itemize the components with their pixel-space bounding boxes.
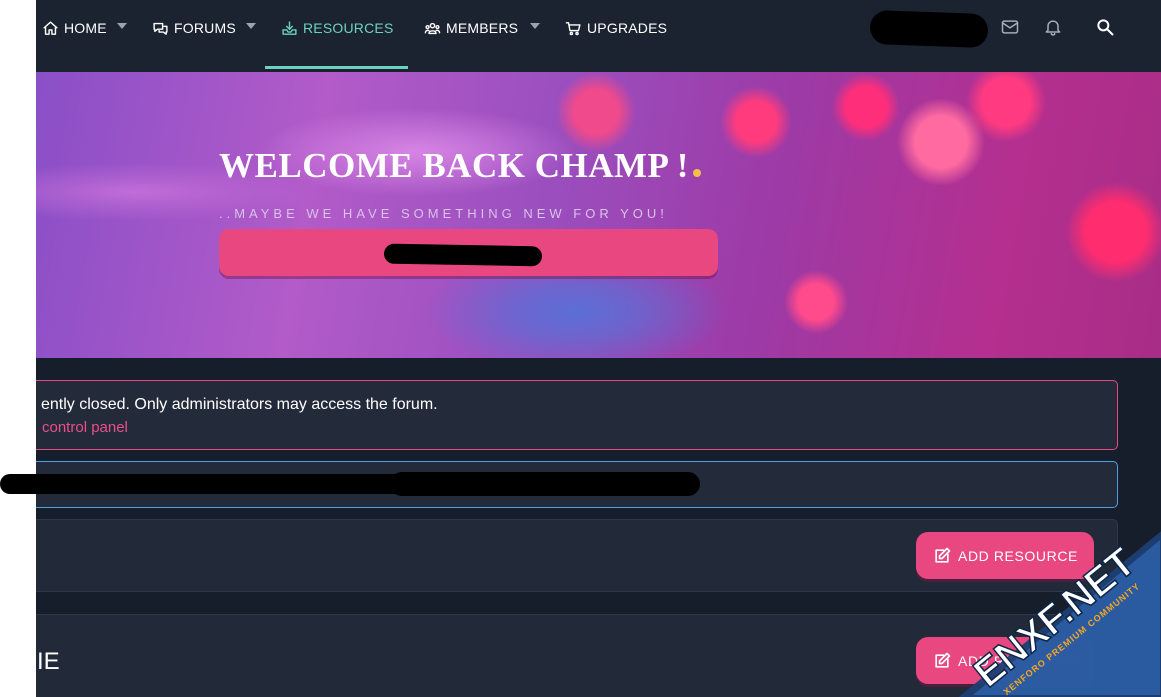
redacted-username xyxy=(869,9,989,49)
edit-icon xyxy=(935,547,951,563)
hero-title-text: WELCOME BACK CHAMP ! xyxy=(219,146,689,185)
add-resource-button[interactable]: ADD RESOURCE xyxy=(916,532,1094,579)
nav-resources-label: RESOURCES xyxy=(303,20,394,36)
notice-text: ently closed. Only administrators may ac… xyxy=(41,396,438,413)
hero-title: WELCOME BACK CHAMP ! xyxy=(219,146,701,186)
block-title: IE xyxy=(37,648,60,675)
chevron-down-icon[interactable] xyxy=(117,23,127,29)
bell-icon[interactable] xyxy=(1043,17,1063,37)
left-page-margin xyxy=(0,0,36,697)
envelope-icon[interactable] xyxy=(1000,17,1020,37)
users-icon xyxy=(424,22,441,34)
redacted-button-label xyxy=(383,243,543,267)
forum-closed-notice: ently closed. Only administrators may ac… xyxy=(0,380,1118,450)
active-tab-indicator xyxy=(265,66,408,69)
nav-members-label: MEMBERS xyxy=(446,20,519,36)
hero-subtitle: ..MAYBE WE HAVE SOMETHING NEW FOR YOU! xyxy=(219,206,668,221)
nav-forums[interactable]: FORUMS xyxy=(152,0,236,56)
chevron-down-icon[interactable] xyxy=(246,23,256,29)
nav-members[interactable]: MEMBERS xyxy=(424,0,518,56)
add-resource-label: ADD RESOURCE xyxy=(958,652,1078,669)
nav-home-label: HOME xyxy=(64,20,107,36)
accent-dot xyxy=(692,169,701,177)
home-icon xyxy=(43,20,58,35)
nav-upgrades-label: UPGRADES xyxy=(587,20,668,36)
nav-forums-label: FORUMS xyxy=(174,20,236,36)
welcome-hero-banner: WELCOME BACK CHAMP ! ..MAYBE WE HAVE SOM… xyxy=(36,72,1161,358)
cart-icon xyxy=(565,21,581,35)
add-resource-button[interactable]: ADD RESOURCE xyxy=(916,637,1094,684)
nav-home[interactable]: HOME xyxy=(42,0,107,56)
edit-icon xyxy=(935,652,951,668)
comments-icon xyxy=(153,22,168,35)
top-navbar: HOME FORUMS RESOURCES MEMBERS UPGRADES xyxy=(0,0,1161,72)
redacted-info-text-extra xyxy=(390,472,700,496)
add-resource-label: ADD RESOURCE xyxy=(958,547,1078,564)
chevron-down-icon[interactable] xyxy=(530,23,540,29)
nav-upgrades[interactable]: UPGRADES xyxy=(565,0,667,56)
download-tray-icon xyxy=(282,20,297,35)
search-icon[interactable] xyxy=(1095,17,1115,37)
nav-resources[interactable]: RESOURCES xyxy=(281,0,393,56)
control-panel-link[interactable]: control panel xyxy=(42,419,128,436)
